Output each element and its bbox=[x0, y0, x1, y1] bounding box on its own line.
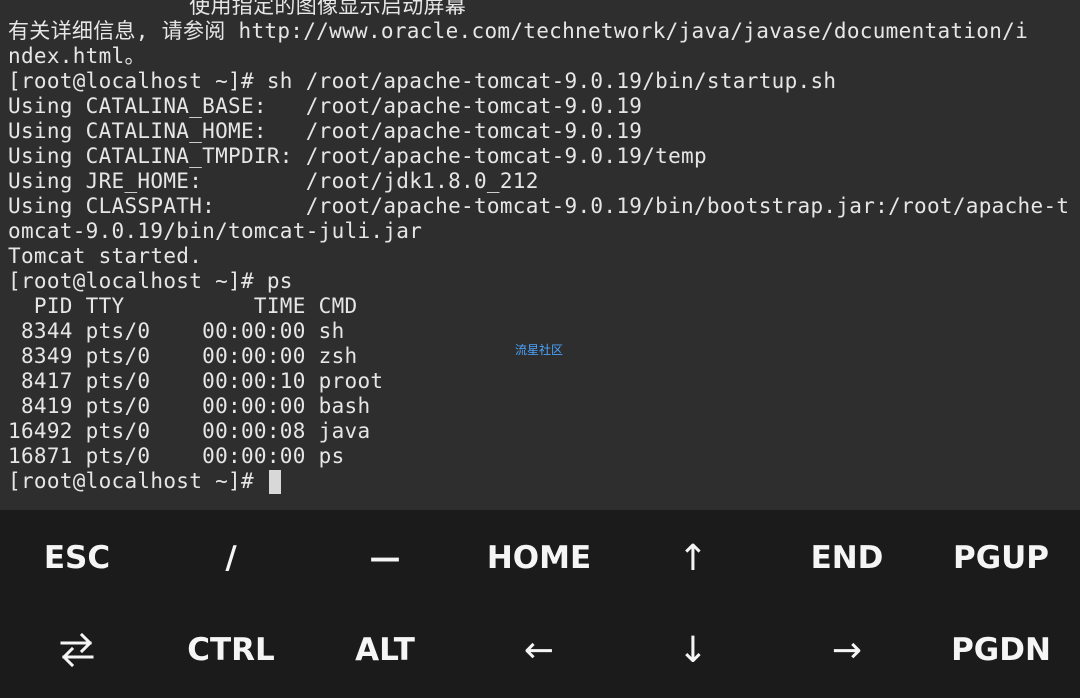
down-arrow-key[interactable]: ↓ bbox=[616, 604, 770, 696]
text-cursor bbox=[268, 470, 281, 494]
terminal-line: [root@localhost ~]# sh /root/apache-tomc… bbox=[8, 69, 837, 93]
alt-key[interactable]: ALT bbox=[308, 604, 462, 696]
right-arrow-key[interactable]: → bbox=[770, 604, 924, 696]
terminal-line: [root@localhost ~]# ps bbox=[8, 269, 293, 293]
end-key[interactable]: END bbox=[770, 512, 924, 604]
esc-key[interactable]: ESC bbox=[0, 512, 154, 604]
terminal-line: 使用指定的图像显示启动屏幕 bbox=[8, 0, 467, 18]
home-key[interactable]: HOME bbox=[462, 512, 616, 604]
terminal-line: omcat-9.0.19/bin/tomcat-juli.jar bbox=[8, 219, 423, 243]
swap-icon bbox=[60, 632, 94, 668]
terminal-line: Using CATALINA_BASE: /root/apache-tomcat… bbox=[8, 94, 643, 118]
terminal-line: Using CATALINA_TMPDIR: /root/apache-tomc… bbox=[8, 144, 707, 168]
dash-key[interactable]: — bbox=[308, 512, 462, 604]
pgup-key[interactable]: PGUP bbox=[924, 512, 1078, 604]
watermark: 流星社区 bbox=[515, 343, 564, 357]
terminal-line: Using CATALINA_HOME: /root/apache-tomcat… bbox=[8, 119, 643, 143]
terminal-line: ndex.html。 bbox=[8, 44, 146, 68]
ctrl-key[interactable]: CTRL bbox=[154, 604, 308, 696]
terminal-line: PID TTY TIME CMD bbox=[8, 294, 358, 318]
terminal-lines: 使用指定的图像显示启动屏幕 有关详细信息, 请参阅 http://www.ora… bbox=[8, 0, 1080, 494]
terminal-line: 16492 pts/0 00:00:08 java bbox=[8, 419, 371, 443]
terminal-line: Tomcat started. bbox=[8, 244, 203, 268]
tab-key[interactable] bbox=[0, 604, 154, 696]
terminal-prompt: [root@localhost ~]# bbox=[8, 469, 267, 493]
terminal-output[interactable]: 使用指定的图像显示启动屏幕 有关详细信息, 请参阅 http://www.ora… bbox=[0, 0, 1080, 510]
terminal-line: 16871 pts/0 00:00:00 ps bbox=[8, 444, 345, 468]
terminal-line: 有关详细信息, 请参阅 http://www.oracle.com/techne… bbox=[8, 19, 1029, 43]
pgdn-key[interactable]: PGDN bbox=[924, 604, 1078, 696]
slash-key[interactable]: / bbox=[154, 512, 308, 604]
extra-keys-bar: ESC / — HOME ↑ END PGUP CTRL ALT ← ↓ → P… bbox=[0, 510, 1080, 698]
terminal-line: Using JRE_HOME: /root/jdk1.8.0_212 bbox=[8, 169, 539, 193]
up-arrow-key[interactable]: ↑ bbox=[616, 512, 770, 604]
terminal-line: 8419 pts/0 00:00:00 bash bbox=[8, 394, 371, 418]
terminal-prompt-line: [root@localhost ~]# bbox=[8, 469, 1080, 494]
terminal-line: Using CLASSPATH: /root/apache-tomcat-9.0… bbox=[8, 194, 1070, 218]
terminal-line: 8417 pts/0 00:00:10 proot bbox=[8, 369, 384, 393]
left-arrow-key[interactable]: ← bbox=[462, 604, 616, 696]
